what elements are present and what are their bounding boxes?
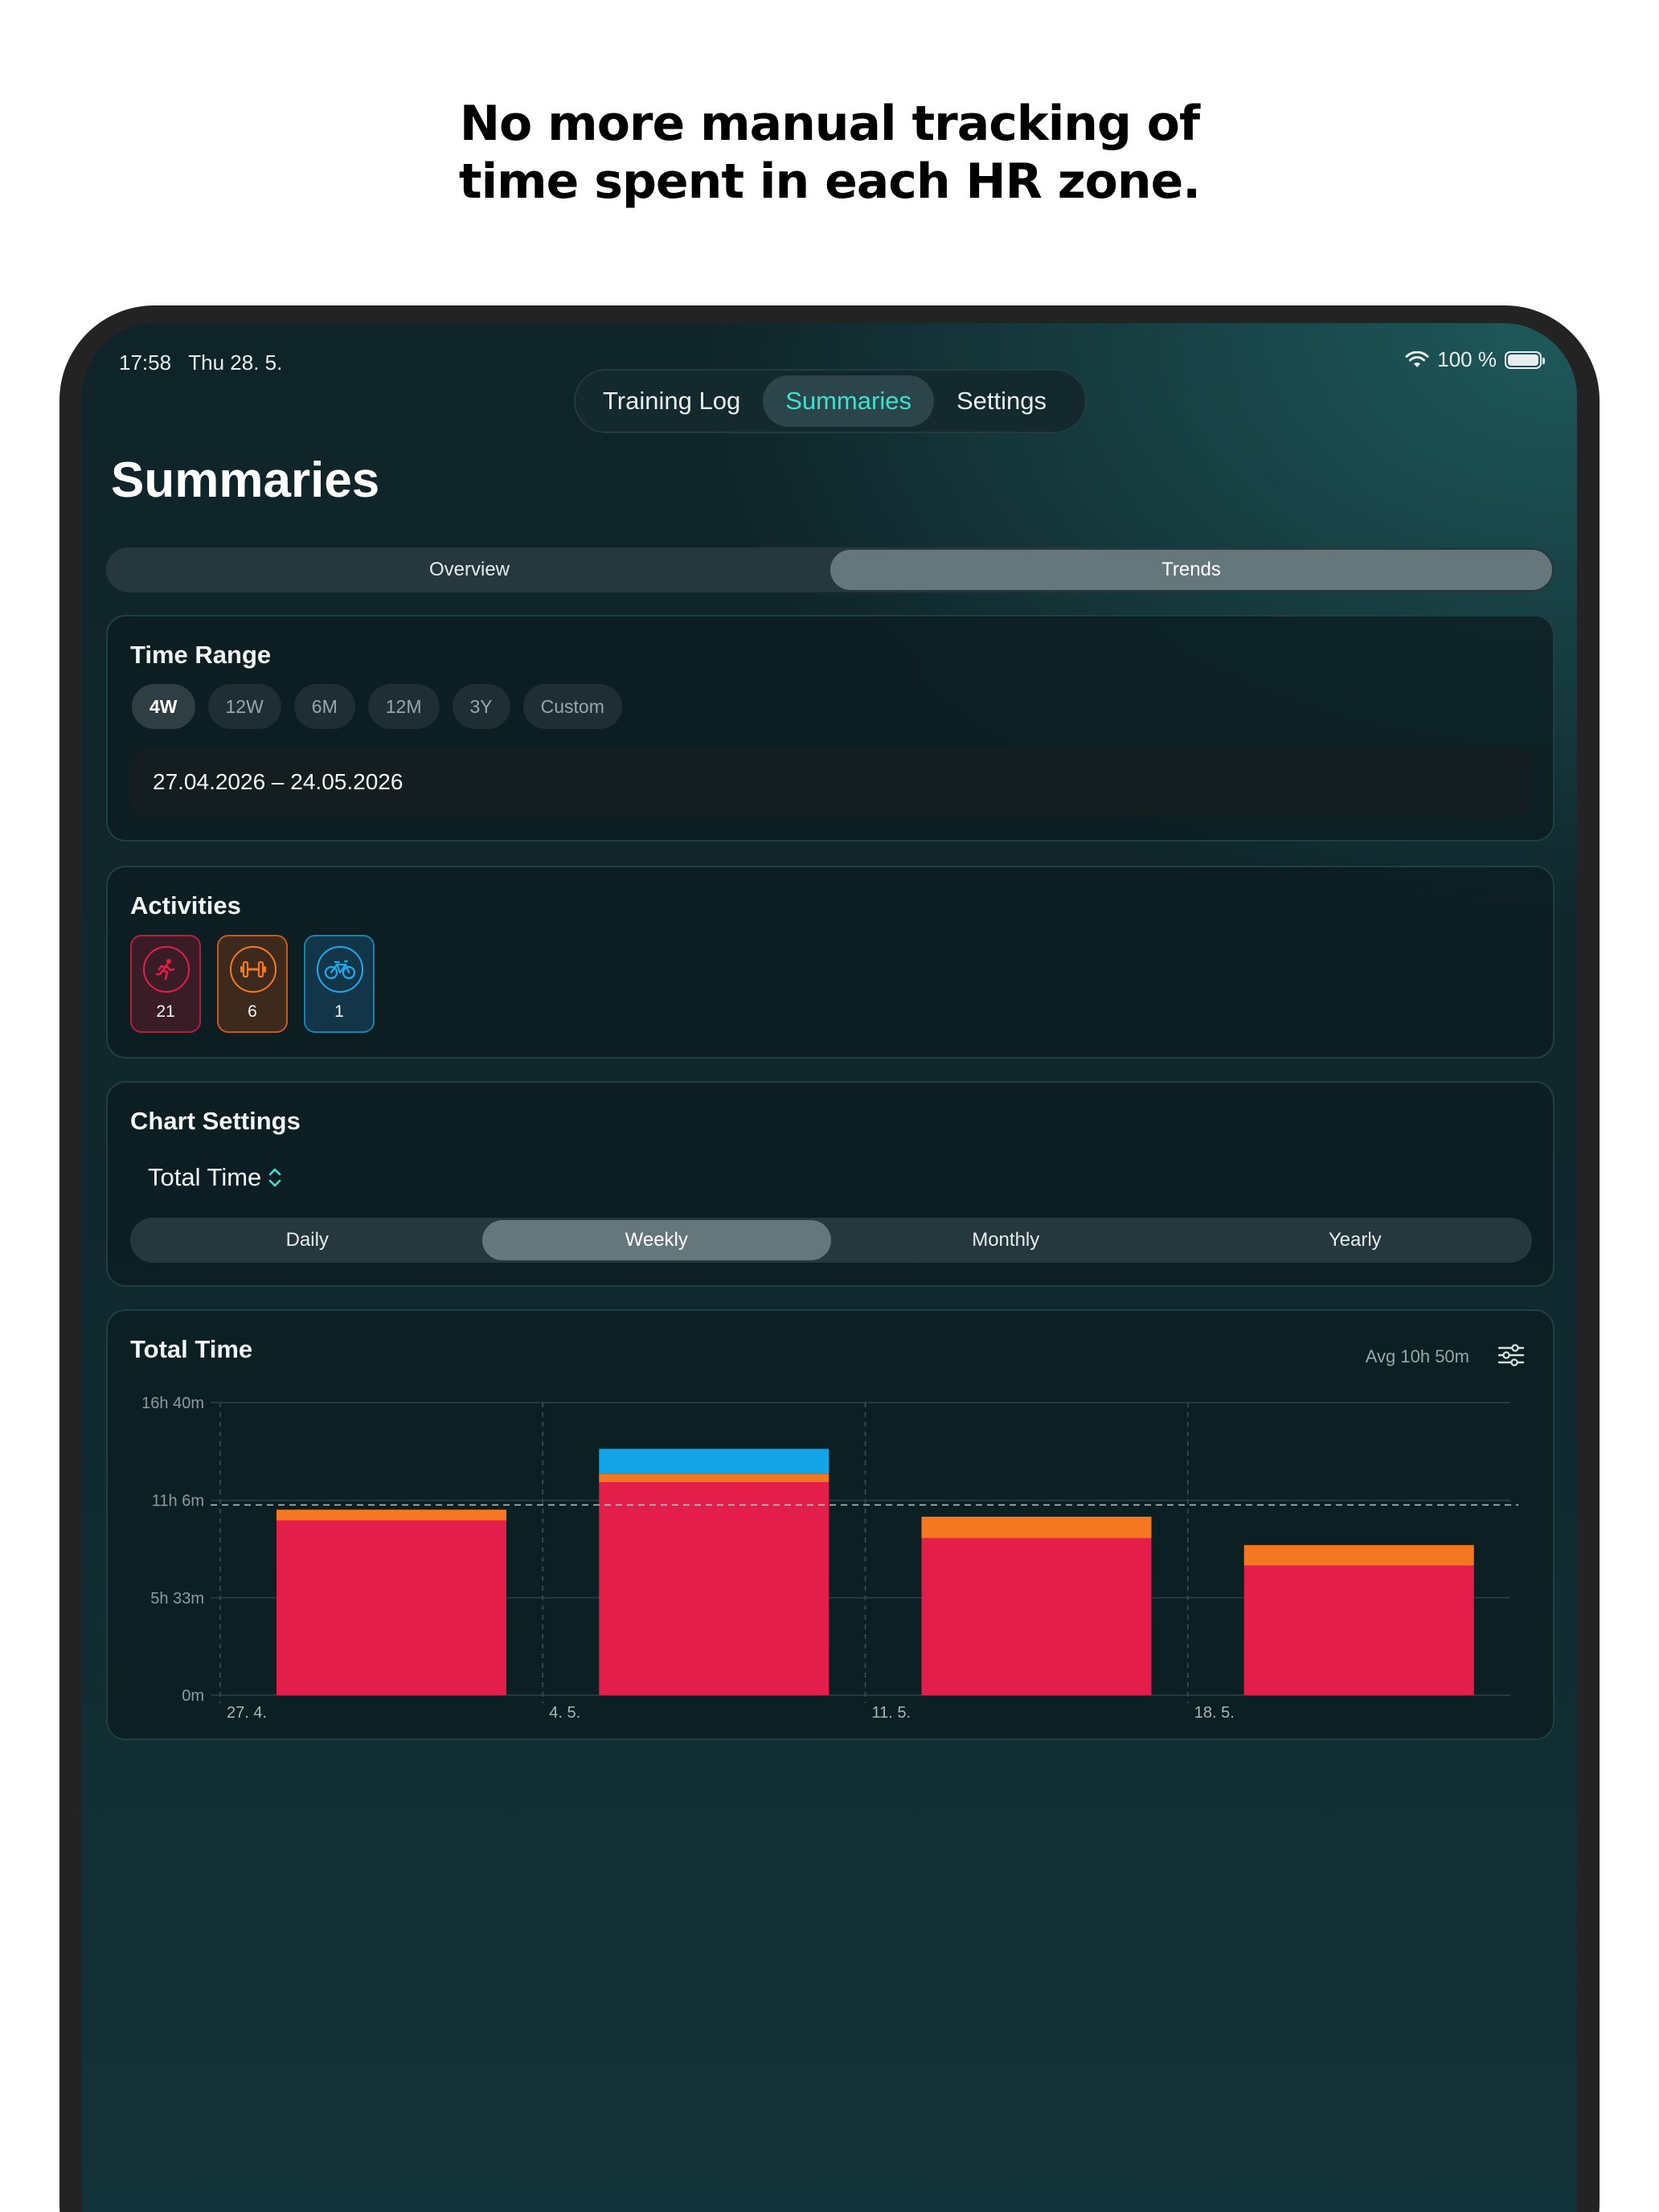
y-tick-label: 5h 33m xyxy=(150,1590,204,1608)
app-screen: 17:58 Thu 28. 5. 100 % Training Log Summ… xyxy=(82,323,1577,2212)
status-time: 17:58 xyxy=(119,350,172,375)
range-chip-12w[interactable]: 12W xyxy=(207,684,281,729)
bar-segment xyxy=(276,1509,506,1521)
segment-yearly[interactable]: Yearly xyxy=(1181,1220,1530,1260)
activity-strength-toggle[interactable]: 6 xyxy=(217,935,288,1033)
metric-picker-label: Total Time xyxy=(148,1163,262,1191)
activity-filters: 21 6 1 xyxy=(130,935,375,1033)
x-tick-label: 27. 4. xyxy=(227,1704,267,1722)
range-chip-6m[interactable]: 6M xyxy=(293,684,355,729)
bar-segment xyxy=(599,1482,830,1695)
chart-settings-title: Chart Settings xyxy=(130,1107,301,1135)
headline-line-1: No more manual tracking of xyxy=(459,96,1200,152)
date-range-field[interactable]: 27.04.2026 – 24.05.2026 xyxy=(130,748,1532,816)
main-tab-bar: Training Log Summaries Settings xyxy=(574,369,1087,433)
bar-segment xyxy=(599,1473,830,1483)
time-range-title: Time Range xyxy=(130,641,272,669)
segment-monthly[interactable]: Monthly xyxy=(831,1220,1181,1260)
x-tick-label: 11. 5. xyxy=(872,1704,911,1722)
activity-running-count: 21 xyxy=(156,1002,175,1021)
status-bar-time: 17:58 Thu 28. 5. xyxy=(119,350,282,375)
bar-segment xyxy=(921,1538,1152,1695)
bar-segment xyxy=(599,1448,830,1474)
bar-segment xyxy=(921,1516,1152,1538)
wifi-icon xyxy=(1405,350,1429,367)
status-bar-right: 100 % xyxy=(1405,347,1545,372)
total-time-chart-card: Total Time Avg 10h 50m 0m 5h 33m 11h 6m 16h… xyxy=(106,1309,1555,1740)
bar-segment xyxy=(276,1520,506,1695)
page-title: Summaries xyxy=(111,453,380,508)
range-chip-custom[interactable]: Custom xyxy=(522,684,622,729)
range-chip-3y[interactable]: 3Y xyxy=(452,684,510,729)
x-tick-label: 4. 5. xyxy=(549,1704,580,1722)
tab-training-log[interactable]: Training Log xyxy=(580,375,763,427)
segment-overview[interactable]: Overview xyxy=(109,550,830,590)
marketing-headline: No more manual tracking of time spent in… xyxy=(0,95,1659,211)
chart-settings-card: Chart Settings Total Time Daily Weekly M… xyxy=(106,1081,1555,1287)
x-tick-label: 18. 5. xyxy=(1194,1704,1235,1722)
period-segmented-control: Daily Weekly Monthly Yearly xyxy=(130,1218,1532,1263)
time-range-options: 4W 12W 6M 12M 3Y Custom xyxy=(132,684,622,729)
y-tick-label: 0m xyxy=(182,1687,204,1705)
activity-strength-count: 6 xyxy=(248,1002,257,1021)
total-time-bar-chart: 0m 5h 33m 11h 6m 16h 40m 27. 4. 4. 5. 11. 5. 18… xyxy=(141,1395,1518,1722)
tab-settings[interactable]: Settings xyxy=(934,375,1069,427)
status-date: Thu 28. 5. xyxy=(188,350,283,375)
segment-daily[interactable]: Daily xyxy=(133,1220,482,1260)
y-tick-label: 11h 6m xyxy=(152,1493,204,1510)
dumbbell-icon xyxy=(230,946,276,993)
activities-card: Activities 21 6 1 xyxy=(106,866,1555,1059)
bar-segment xyxy=(1243,1545,1474,1566)
metric-picker[interactable]: Total Time xyxy=(148,1163,282,1192)
tablet-frame: 17:58 Thu 28. 5. 100 % Training Log Summ… xyxy=(59,305,1600,2212)
y-tick-label: 16h 40m xyxy=(141,1395,204,1412)
activity-cycling-toggle[interactable]: 1 xyxy=(304,935,375,1033)
chevron-up-down-icon xyxy=(268,1168,281,1187)
running-icon xyxy=(143,946,190,993)
segment-weekly[interactable]: Weekly xyxy=(481,1220,831,1260)
range-chip-4w[interactable]: 4W xyxy=(132,684,195,729)
battery-icon xyxy=(1505,350,1545,369)
segment-trends[interactable]: Trends xyxy=(830,550,1552,590)
headline-line-2: time spent in each HR zone. xyxy=(458,154,1201,210)
activity-running-toggle[interactable]: 21 xyxy=(130,935,201,1033)
range-chip-12m[interactable]: 12M xyxy=(367,684,440,729)
bar-segment xyxy=(1243,1565,1474,1695)
time-range-card: Time Range 4W 12W 6M 12M 3Y Custom 27.04… xyxy=(106,615,1555,842)
activity-cycling-count: 1 xyxy=(334,1002,344,1021)
bicycle-icon xyxy=(317,946,363,993)
activities-title: Activities xyxy=(130,891,241,920)
tab-summaries[interactable]: Summaries xyxy=(763,375,934,427)
view-segmented-control: Overview Trends xyxy=(106,547,1555,592)
battery-percent: 100 % xyxy=(1437,347,1497,371)
